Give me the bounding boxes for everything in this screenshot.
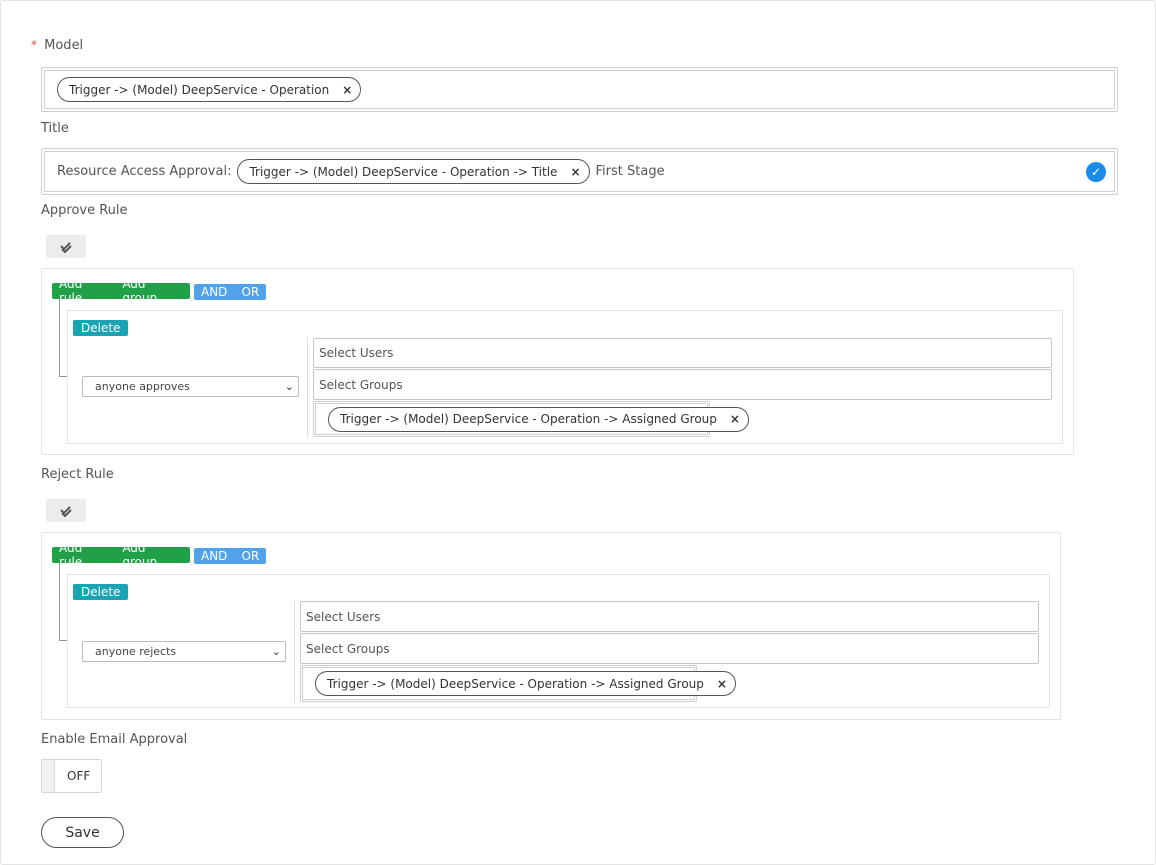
approve-logic-toggle: AND OR [194, 284, 266, 300]
remove-tag-icon[interactable]: × [730, 412, 740, 426]
reject-group-tags[interactable]: Trigger -> (Model) DeepService - Operati… [300, 665, 736, 702]
email-approval-toggle[interactable]: OFF [41, 759, 102, 793]
reject-group-tag-text: Trigger -> (Model) DeepService - Operati… [327, 676, 704, 691]
email-approval-state: OFF [67, 769, 91, 783]
reject-add-group-button[interactable]: Add group [115, 541, 190, 569]
approve-groups-input[interactable]: Select Groups [313, 369, 1052, 400]
remove-tag-icon[interactable]: × [570, 165, 580, 179]
reject-logic-toggle: AND OR [194, 548, 266, 564]
title-tag-text: Trigger -> (Model) DeepService - Operati… [249, 164, 558, 179]
model-field[interactable]: Trigger -> (Model) DeepService - Operati… [41, 67, 1118, 112]
approve-or-button[interactable]: OR [234, 285, 266, 299]
approve-condition-select[interactable]: anyone approves ⌄ [82, 376, 299, 397]
model-label-row: * Model [31, 38, 83, 53]
model-tag-text: Trigger -> (Model) DeepService - Operati… [69, 82, 330, 97]
reject-and-button[interactable]: AND [194, 549, 234, 563]
email-approval-label: Enable Email Approval [41, 732, 188, 747]
model-label: Model [44, 38, 84, 53]
remove-tag-icon[interactable]: × [717, 677, 727, 691]
double-check-icon[interactable] [46, 235, 86, 258]
reject-condition-value: anyone rejects [95, 645, 177, 658]
check-circle-icon: ✓ [1086, 162, 1106, 182]
remove-tag-icon[interactable]: × [342, 83, 352, 97]
reject-group-tag: Trigger -> (Model) DeepService - Operati… [315, 671, 736, 696]
divider [294, 601, 295, 703]
reject-groups-input[interactable]: Select Groups [300, 633, 1039, 664]
divider [307, 337, 308, 437]
approve-add-buttons: Add rule Add group [52, 277, 190, 305]
reject-delete-button[interactable]: Delete [73, 584, 129, 600]
save-button[interactable]: Save [41, 817, 124, 848]
title-label: Title [41, 121, 69, 136]
approve-condition-value: anyone approves [95, 380, 190, 393]
chevron-down-icon: ⌄ [271, 645, 281, 658]
approve-group-tag: Trigger -> (Model) DeepService - Operati… [328, 406, 749, 432]
title-suffix: First Stage [595, 164, 665, 179]
toggle-knob [42, 760, 55, 792]
title-prefix: Resource Access Approval: [57, 164, 232, 179]
title-tag: Trigger -> (Model) DeepService - Operati… [237, 159, 590, 184]
approve-add-group-button[interactable]: Add group [115, 277, 190, 305]
reject-rule-label: Reject Rule [41, 467, 114, 482]
title-field[interactable]: Resource Access Approval: Trigger -> (Mo… [41, 148, 1118, 195]
approve-and-button[interactable]: AND [194, 285, 234, 299]
chevron-down-icon: ⌄ [284, 380, 294, 393]
required-mark: * [31, 38, 37, 52]
double-check-icon[interactable] [46, 499, 86, 522]
approve-group-tag-text: Trigger -> (Model) DeepService - Operati… [340, 412, 717, 426]
reject-users-input[interactable]: Select Users [300, 601, 1039, 632]
approve-rule-label: Approve Rule [41, 203, 128, 218]
model-tag: Trigger -> (Model) DeepService - Operati… [57, 77, 362, 102]
reject-or-button[interactable]: OR [234, 549, 266, 563]
tree-connector [59, 563, 67, 641]
tree-connector [59, 299, 67, 377]
approve-delete-button[interactable]: Delete [73, 320, 129, 336]
reject-add-buttons: Add rule Add group [52, 541, 190, 569]
reject-condition-select[interactable]: anyone rejects ⌄ [82, 641, 286, 662]
approve-users-input[interactable]: Select Users [313, 338, 1052, 368]
approve-group-tags[interactable]: Trigger -> (Model) DeepService - Operati… [313, 401, 749, 437]
